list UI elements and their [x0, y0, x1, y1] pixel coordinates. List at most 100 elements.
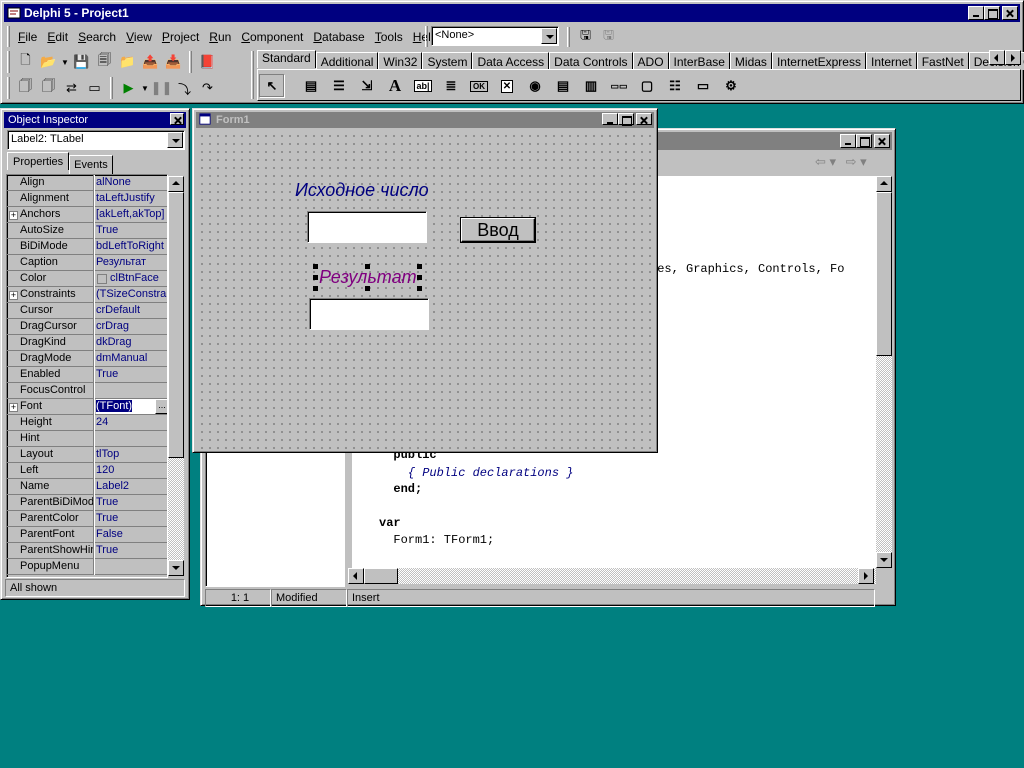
expand-icon[interactable]: + [9, 211, 18, 220]
column-divider[interactable] [93, 191, 95, 207]
palette-scroll-left[interactable] [989, 50, 1005, 65]
view-unit-icon[interactable]: 🗍 [14, 77, 37, 99]
run-icon[interactable]: ▶ [117, 77, 140, 99]
palette-tab-additional[interactable]: Additional [315, 52, 379, 70]
radiobutton-component-icon[interactable]: ◉ [521, 75, 549, 97]
maximize-button[interactable] [618, 113, 634, 126]
property-row[interactable]: ParentBiDiMod True [7, 495, 167, 511]
save-desktop-icon[interactable]: 🖫 [574, 26, 597, 48]
palette-tab-internet[interactable]: Internet [865, 52, 917, 70]
column-divider[interactable] [93, 383, 95, 399]
checkbox-component-icon[interactable]: ✕ [493, 75, 521, 97]
property-value[interactable]: True [96, 367, 167, 382]
column-divider[interactable] [93, 415, 95, 431]
property-row[interactable]: ParentShowHir True [7, 543, 167, 559]
chevron-down-icon[interactable] [541, 28, 557, 44]
property-row[interactable]: Color clBtnFace [7, 271, 167, 287]
menu-item-project[interactable]: Project [157, 27, 204, 47]
property-row[interactable]: + Constraints (TSizeConstrain [7, 287, 167, 303]
property-row[interactable]: Left 120 [7, 463, 167, 479]
set-debug-desktop-icon[interactable]: 🖫 [597, 26, 620, 48]
scrollbar-component-icon[interactable]: ▭▭ [605, 75, 633, 97]
new-icon[interactable]: 🗋 [14, 51, 37, 73]
selection-handle[interactable] [313, 286, 318, 291]
property-row[interactable]: BiDiMode bdLeftToRight [7, 239, 167, 255]
column-divider[interactable] [93, 223, 95, 239]
property-row[interactable]: Alignment taLeftJustify [7, 191, 167, 207]
palette-tab-interbase[interactable]: InterBase [668, 52, 730, 70]
toggle-form-unit-icon[interactable]: ⇄ [60, 77, 83, 99]
actionlist-component-icon[interactable]: ⚙ [717, 75, 745, 97]
column-divider[interactable] [93, 447, 95, 463]
menu-item-file[interactable]: File [13, 27, 42, 47]
selection-handle[interactable] [417, 275, 422, 280]
property-value[interactable]: dkDrag [96, 335, 167, 350]
column-divider[interactable] [93, 479, 95, 495]
palette-grip[interactable] [251, 51, 254, 99]
palette-tab-system[interactable]: System [422, 52, 473, 70]
property-value[interactable]: tlTop [96, 447, 167, 462]
close-button[interactable] [874, 134, 890, 148]
view-form-icon[interactable]: 🗍 [37, 77, 60, 99]
add-file-icon[interactable]: 📤 [139, 51, 162, 73]
toolbar-grip[interactable] [7, 77, 10, 99]
selection-handle[interactable] [313, 264, 318, 269]
palette-tab-ado[interactable]: ADO [632, 52, 669, 70]
property-row[interactable]: Enabled True [7, 367, 167, 383]
form1-title-bar[interactable]: Form1 [196, 112, 654, 128]
label-result[interactable]: Результат [319, 267, 417, 288]
minimize-button[interactable] [602, 113, 618, 125]
groupbox-component-icon[interactable]: ▢ [633, 75, 661, 97]
pointer-tool-icon[interactable]: ↖ [259, 74, 285, 98]
button-component-icon[interactable]: OK [465, 75, 493, 97]
selection-handle[interactable] [417, 264, 422, 269]
listbox-component-icon[interactable]: ▤ [549, 75, 577, 97]
property-row[interactable]: Caption Результат [7, 255, 167, 271]
remove-file-icon[interactable]: 📥 [162, 51, 185, 73]
property-row[interactable]: AutoSize True [7, 223, 167, 239]
toolbar-grip[interactable] [110, 77, 113, 99]
save-all-icon[interactable]: 🗐 [93, 51, 116, 73]
scroll-right-button[interactable] [858, 568, 874, 584]
property-value[interactable]: 24 [96, 415, 167, 430]
column-divider[interactable] [93, 287, 95, 303]
menu-item-database[interactable]: Database [308, 27, 369, 47]
property-row[interactable]: Align alNone [7, 175, 167, 191]
palette-scroll-right[interactable] [1005, 50, 1021, 65]
open-project-icon[interactable]: 📁 [116, 51, 139, 73]
menu-item-tools[interactable]: Tools [370, 27, 408, 47]
popup-menu-icon[interactable]: ☰ [325, 75, 353, 97]
property-row[interactable]: + Anchors [akLeft,akTop] [7, 207, 167, 223]
label-source-number[interactable]: Исходное число [295, 180, 429, 201]
property-row[interactable]: + Font (TFont)... [7, 399, 167, 415]
property-row[interactable]: Name Label2 [7, 479, 167, 495]
minimize-button[interactable] [840, 134, 856, 148]
property-row[interactable]: DragKind dkDrag [7, 335, 167, 351]
menu-item-component[interactable]: Component [236, 27, 308, 47]
tab-properties[interactable]: Properties [7, 152, 70, 170]
scroll-down-button[interactable] [168, 560, 184, 576]
property-value[interactable]: crDrag [96, 319, 167, 334]
property-value[interactable]: True [96, 511, 167, 526]
ide-title-bar[interactable]: Delphi 5 - Project1 [4, 4, 1020, 22]
maximize-button[interactable] [856, 134, 872, 148]
column-divider[interactable] [93, 303, 95, 319]
expand-icon[interactable]: + [9, 291, 18, 300]
close-button[interactable] [170, 113, 184, 125]
new-form-icon[interactable]: ▭ [83, 77, 106, 99]
column-divider[interactable] [93, 463, 95, 479]
column-divider[interactable] [93, 319, 95, 335]
scroll-left-button[interactable] [348, 568, 364, 584]
open-icon[interactable]: 📂 [37, 51, 60, 73]
toolbar-grip[interactable] [567, 27, 570, 47]
help-book-icon[interactable]: 📕 [196, 51, 219, 73]
property-value[interactable]: (TSizeConstrain [96, 287, 167, 302]
maximize-button[interactable] [984, 6, 1000, 20]
label-component-icon[interactable]: A [381, 75, 409, 97]
hscroll-thumb[interactable] [364, 568, 398, 584]
palette-tab-data-access[interactable]: Data Access [472, 52, 550, 70]
column-divider[interactable] [93, 399, 95, 415]
toolbar-grip[interactable] [425, 26, 428, 47]
selection-handle[interactable] [365, 264, 370, 269]
property-value[interactable]: taLeftJustify [96, 191, 167, 206]
